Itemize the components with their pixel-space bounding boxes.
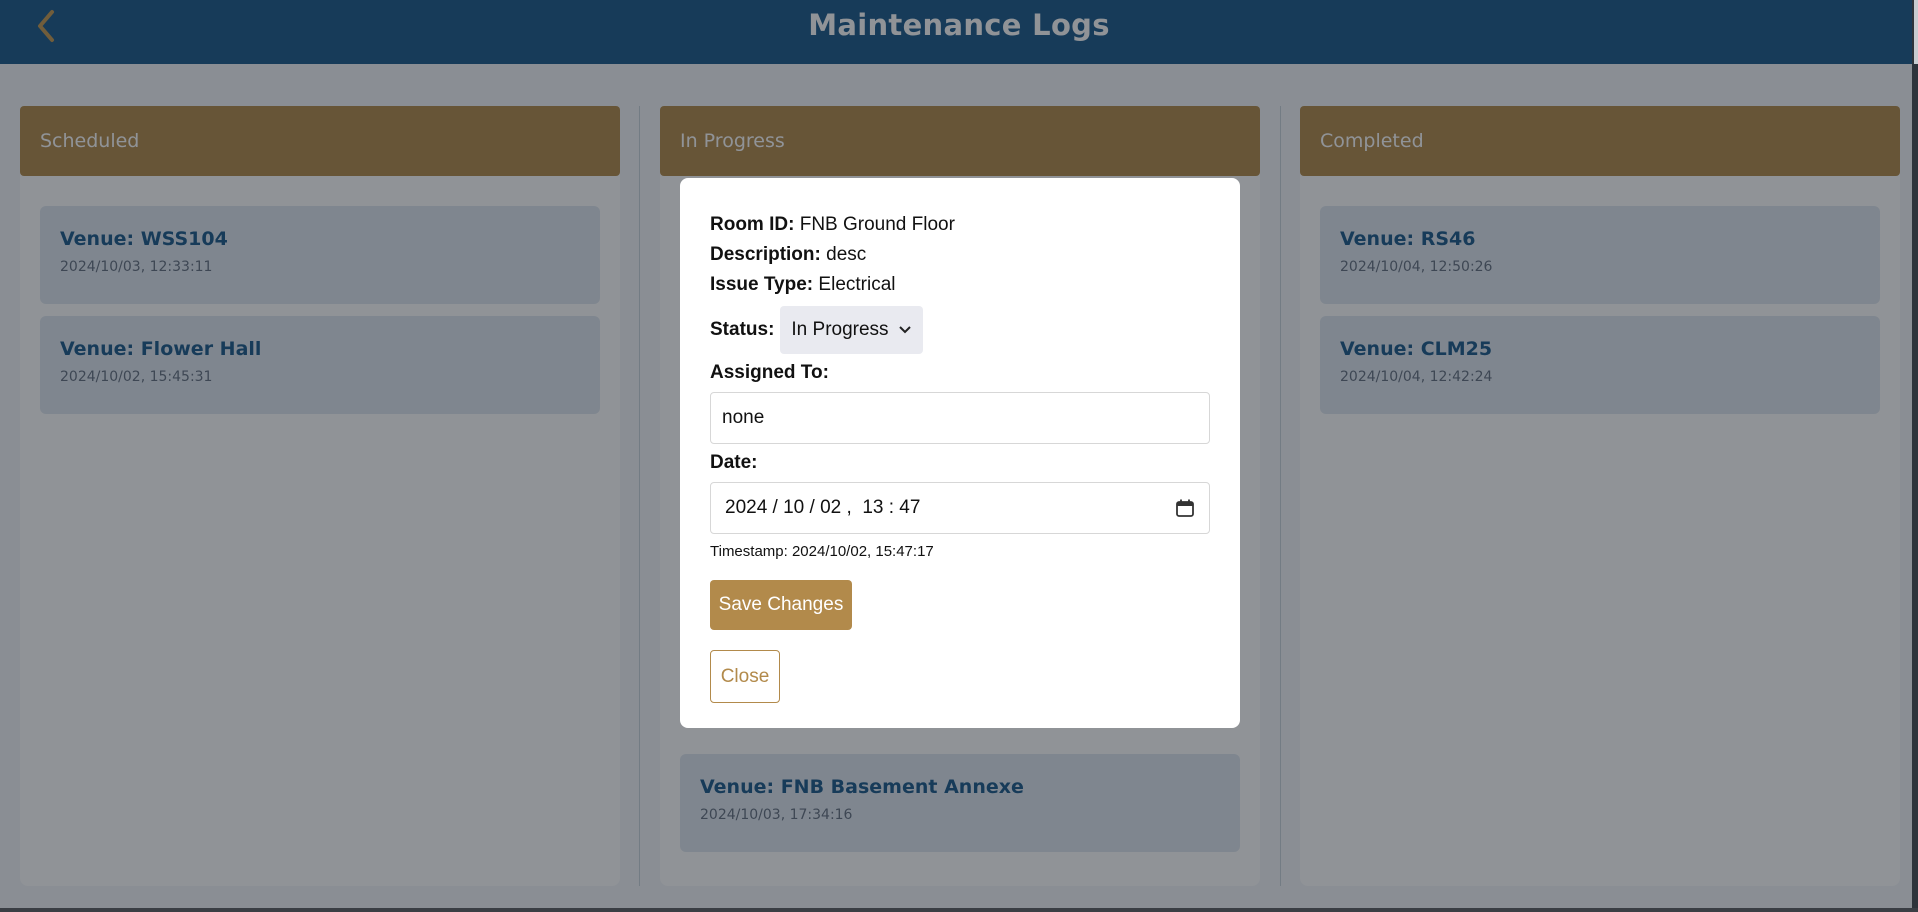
issue-type-label: Issue Type: — [710, 274, 814, 295]
date-input[interactable]: 2024 / 10 / 02 , 13 : 47 — [710, 482, 1210, 534]
status-selected-value: In Progress — [791, 319, 889, 340]
scrollbar-thumb[interactable] — [1914, 0, 1918, 64]
room-id-value: FNB Ground Floor — [799, 214, 955, 235]
description-label: Description: — [710, 244, 821, 265]
description-line: Description: desc — [710, 240, 1210, 270]
date-label: Date: — [710, 452, 758, 473]
close-button[interactable]: Close — [710, 650, 780, 703]
assigned-to-input[interactable]: none — [710, 392, 1210, 444]
date-value: 2024 / 10 / 02 , 13 : 47 — [725, 497, 921, 518]
timestamp-text: Timestamp: 2024/10/02, 15:47:17 — [710, 543, 934, 560]
edit-log-modal: Room ID: FNB Ground Floor Description: d… — [680, 178, 1240, 728]
save-changes-button[interactable]: Save Changes — [710, 580, 852, 630]
assigned-to-value: none — [722, 407, 765, 428]
room-id-line: Room ID: FNB Ground Floor — [710, 210, 1210, 240]
status-row: Status: In Progress — [710, 306, 1210, 354]
description-value: desc — [826, 244, 867, 265]
room-id-label: Room ID: — [710, 214, 795, 235]
status-select[interactable]: In Progress — [780, 306, 924, 354]
issue-type-line: Issue Type: Electrical — [710, 270, 1210, 300]
assigned-to-label: Assigned To: — [710, 362, 829, 383]
app: Maintenance Logs Scheduled Venue: WSS104… — [0, 0, 1918, 908]
scrollbar[interactable] — [1912, 0, 1918, 908]
calendar-icon[interactable] — [1175, 498, 1195, 518]
chevron-down-icon — [899, 326, 912, 334]
status-label: Status: — [710, 319, 775, 340]
issue-type-value: Electrical — [818, 274, 896, 295]
